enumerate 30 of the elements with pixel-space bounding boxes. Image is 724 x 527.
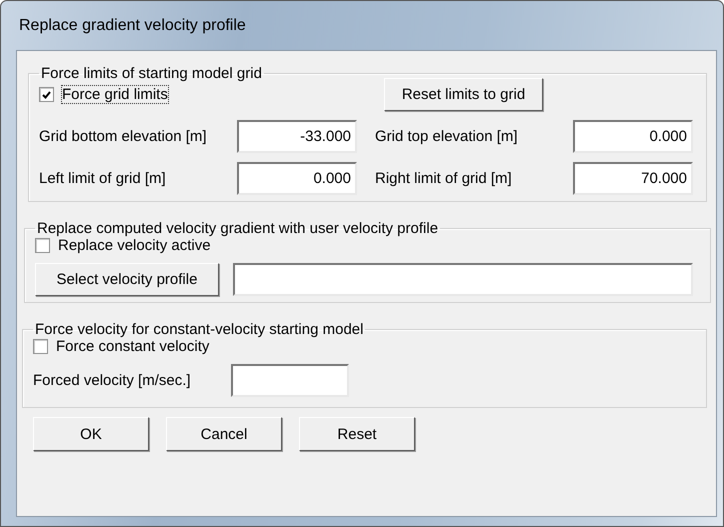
dialog-button[interactable]: OK — [33, 417, 149, 451]
group-legend: Replace computed velocity gradient with user velocity profile — [35, 220, 440, 237]
select-profile-button[interactable]: Select velocity profile — [35, 263, 219, 296]
checkbox-box[interactable] — [39, 87, 54, 102]
input-field[interactable]: 0.000 — [573, 120, 693, 153]
field-label: Right limit of grid [m] — [375, 170, 513, 187]
checkbox-label: Replace velocity active — [58, 237, 211, 254]
group-legend: Force velocity for constant-velocity starting model — [33, 321, 366, 338]
input-field[interactable] — [233, 263, 693, 296]
checkbox-box[interactable] — [35, 238, 50, 253]
checkbox[interactable]: Replace velocity active — [35, 237, 698, 254]
input-field[interactable]: 0.000 — [237, 162, 357, 195]
dialog-button[interactable]: Reset — [299, 417, 415, 451]
input-field[interactable]: -33.000 — [237, 120, 357, 153]
checkbox[interactable]: Force constant velocity — [33, 338, 694, 355]
input-field[interactable] — [231, 364, 349, 397]
checkmark-icon — [42, 90, 51, 98]
field-label: Grid bottom elevation [m] — [39, 128, 208, 145]
field-label: Left limit of grid [m] — [39, 170, 167, 187]
checkbox-label: Force constant velocity — [56, 338, 210, 355]
checkbox[interactable]: Force grid limits — [39, 86, 384, 103]
group-legend: Force limits of starting model grid — [39, 65, 264, 82]
field-label: Grid top elevation [m] — [375, 128, 519, 145]
reset-limits-button[interactable]: Reset limits to grid — [384, 78, 543, 111]
checkbox-box[interactable] — [33, 339, 48, 354]
window-title: Replace gradient velocity profile — [19, 16, 246, 34]
checkbox-label: Force grid limits — [62, 86, 168, 103]
input-field[interactable]: 70.000 — [573, 162, 693, 195]
field-label: Forced velocity [m/sec.] — [33, 372, 192, 389]
dialog-button[interactable]: Cancel — [166, 417, 282, 451]
